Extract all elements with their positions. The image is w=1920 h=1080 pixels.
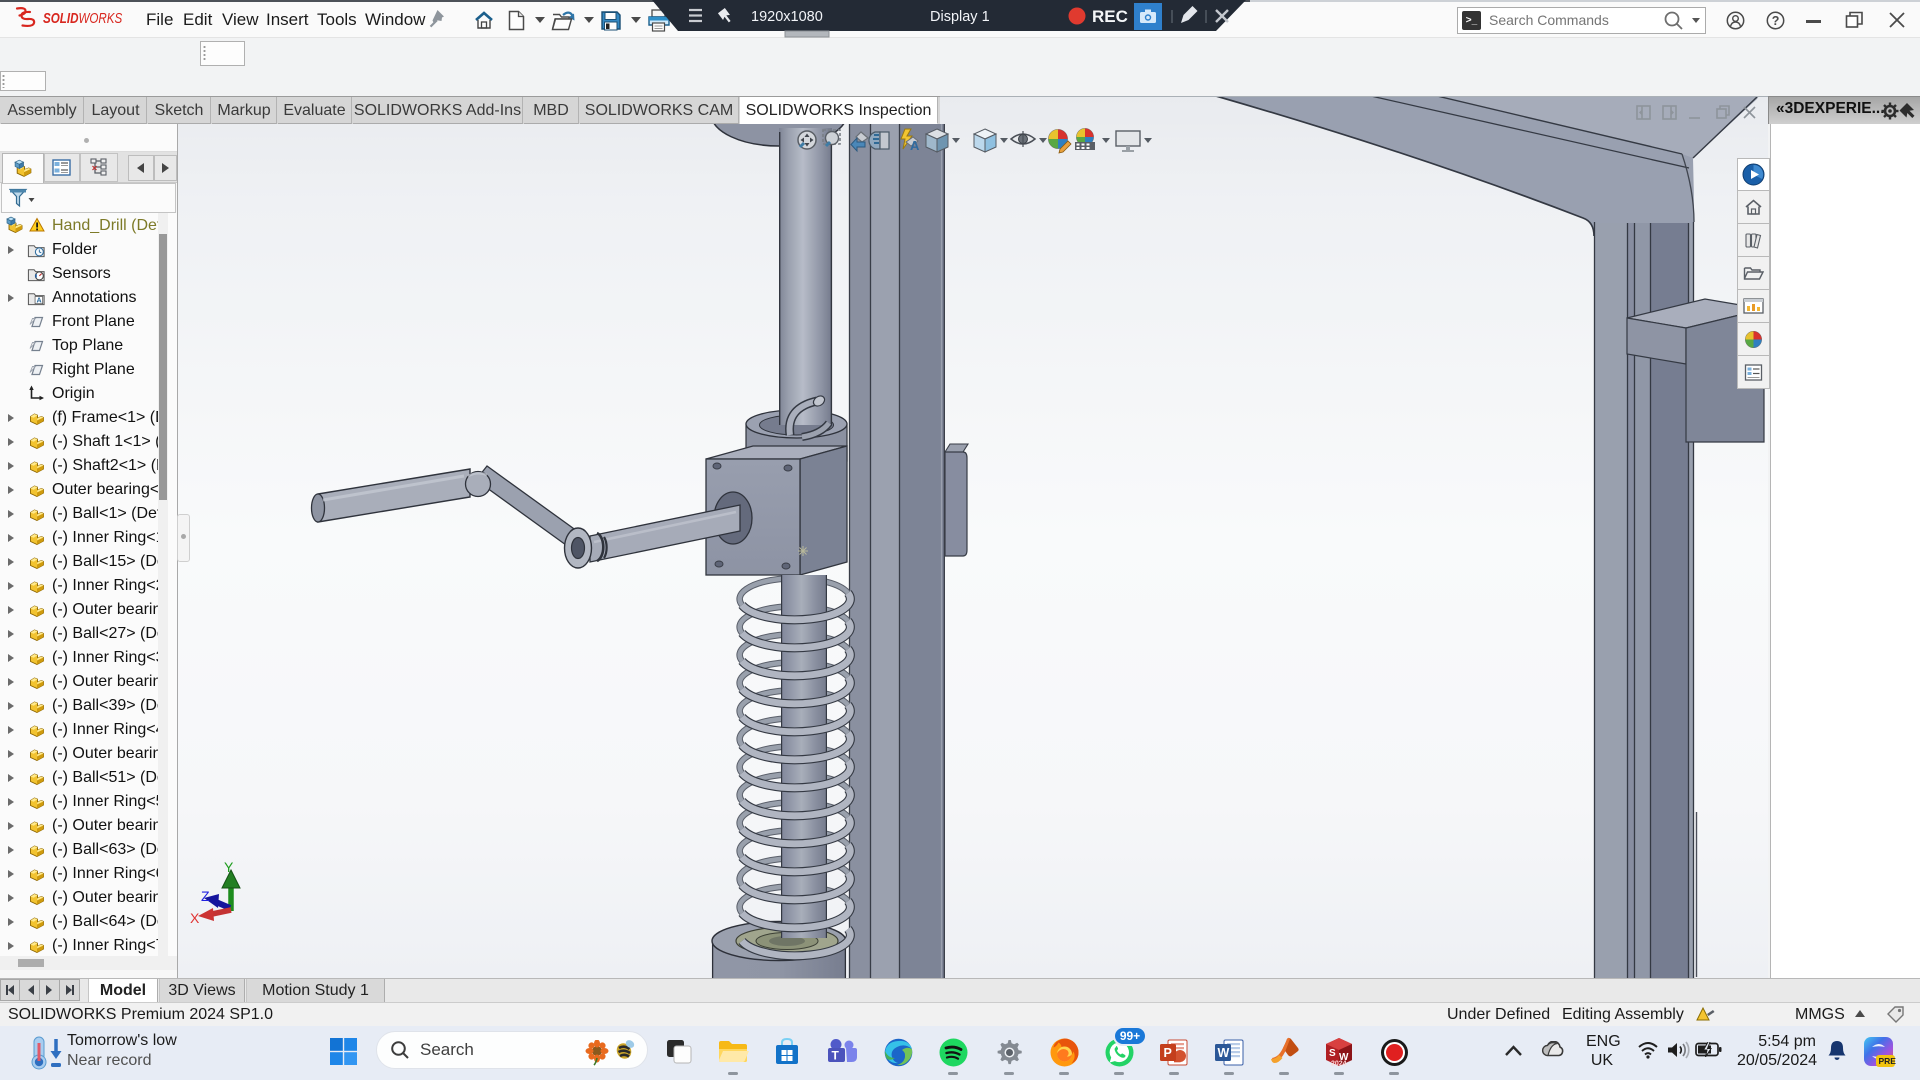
svg-text:P: P [1164,1046,1172,1060]
svg-text:Y: Y [224,859,234,875]
svg-text:W: W [1218,1046,1230,1060]
svg-text:S: S [1329,1048,1336,1059]
svg-text:X: X [190,910,200,926]
svg-text:2024: 2024 [1331,1061,1347,1068]
svg-text:T: T [832,1049,840,1063]
svg-text:A: A [910,138,920,153]
svg-text:Display 1: Display 1 [930,9,990,25]
svg-text:REC: REC [1092,7,1128,26]
svg-text:?: ? [1772,14,1780,28]
svg-text:1920x1080: 1920x1080 [751,9,823,25]
svg-text:PRE: PRE [1879,1056,1897,1066]
svg-text:Z: Z [201,888,210,904]
